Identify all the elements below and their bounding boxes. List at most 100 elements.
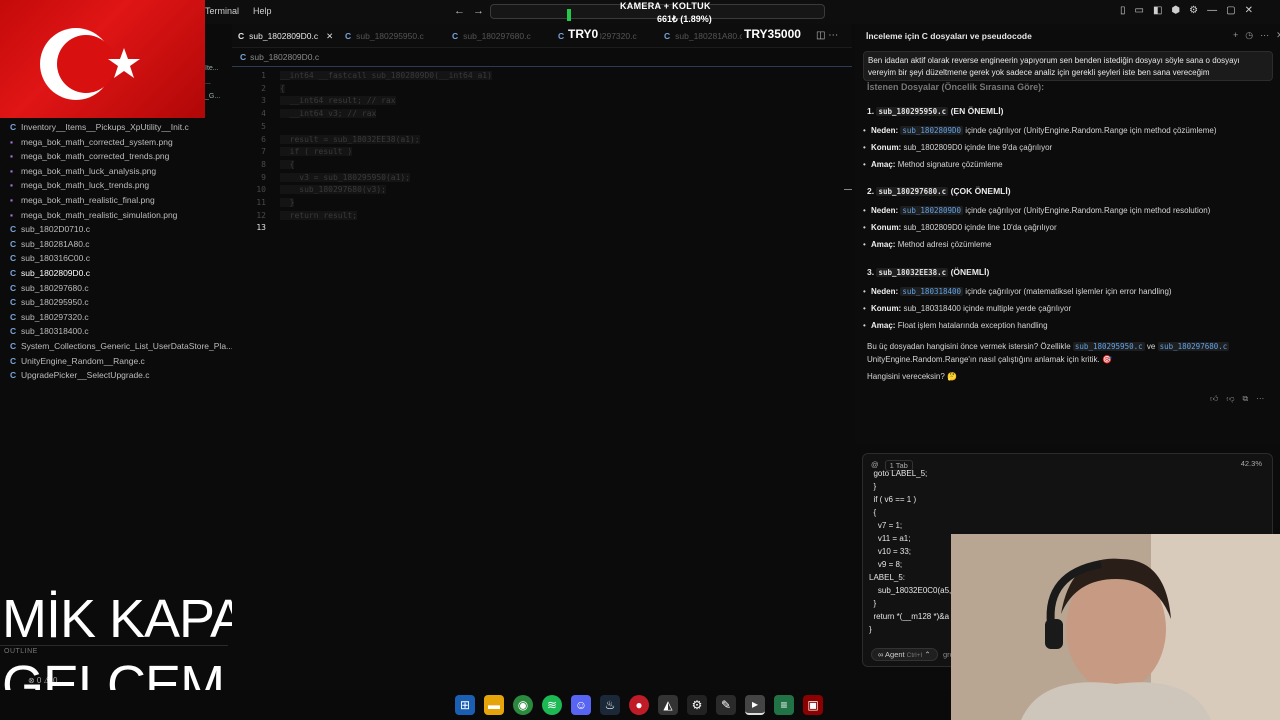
history-icon[interactable]: ◷ <box>1245 30 1253 41</box>
explorer-file-item[interactable]: C Inventory__Items__Pickups_XpUtility__In… <box>10 122 189 136</box>
tab-sub-180297680[interactable]: Csub_180297680.c <box>452 31 531 41</box>
thumbs-up-icon[interactable]: 👍︎ <box>1210 394 1218 404</box>
breadcrumb[interactable]: Csub_1802809D0.c <box>240 52 319 62</box>
code-editor[interactable]: 1 __int64 __fastcall sub_1802809D0(__int6… <box>232 66 852 686</box>
code-line[interactable]: v3 = sub_180295950(a1); <box>280 172 411 182</box>
file-name: System_Collections_Generic_List_UserData… <box>21 341 234 351</box>
notepad-icon[interactable]: ≡ <box>774 695 794 715</box>
copy-icon[interactable]: ⧉ <box>1243 394 1249 404</box>
tool-icon[interactable]: ✎ <box>716 695 736 715</box>
explorer-file-item[interactable]: Csub_180281A80.c <box>10 239 90 253</box>
c-file-icon: C <box>10 268 17 278</box>
spotify-icon[interactable]: ≋ <box>542 695 562 715</box>
explorer-file-item[interactable]: ▪ mega_bok_math_realistic_simulation.png <box>10 210 177 224</box>
bullet-label: Konum: <box>871 143 902 152</box>
code-line[interactable]: sub_180297680(v3); <box>280 185 386 195</box>
explorer-file-item[interactable]: C UpgradePicker__SelectUpgrade.c <box>10 370 150 384</box>
more-icon[interactable]: ⋯ <box>1260 30 1269 41</box>
file-name: sub_180297680.c <box>21 282 89 293</box>
explorer-file-item[interactable]: Csub_1802D0710.c <box>10 224 90 238</box>
image-file-icon: ▪ <box>10 151 14 162</box>
menu-help[interactable]: Help <box>253 6 272 16</box>
function-reference[interactable]: sub_1802809D0 <box>900 126 964 135</box>
chat-panel: İnceleme için C dosyaları ve pseudocode … <box>855 24 1280 444</box>
more-icon[interactable]: ⋯ <box>1256 394 1264 404</box>
other-app-icon[interactable]: ▣ <box>803 695 823 715</box>
c-file-icon: C <box>10 370 17 381</box>
file-name: mega_bok_math_realistic_simulation.png <box>21 209 178 220</box>
cursor-app-icon[interactable]: ▸ <box>745 695 765 715</box>
line-number: 3 <box>261 96 266 106</box>
file-reference[interactable]: sub_180297680.c <box>1157 342 1230 351</box>
file-reference[interactable]: sub_180295950.c <box>1072 342 1145 351</box>
explorer-file-item[interactable]: Csub_180297320.c <box>10 312 89 326</box>
tab-sub-180281a80[interactable]: Csub_180281A80.c <box>664 31 744 41</box>
thumbs-down-icon[interactable]: 👎︎ <box>1226 394 1234 404</box>
code-line[interactable]: if ( result ) <box>280 147 353 157</box>
explorer-file-item[interactable]: ▪ mega_bok_math_luck_trends.png <box>10 180 149 194</box>
code-line[interactable]: return result; <box>280 210 358 220</box>
pasted-code-line: if ( v6 == 1 ) <box>869 495 917 504</box>
menu-terminal[interactable]: Terminal <box>205 6 239 16</box>
c-file-icon: C <box>10 224 17 235</box>
new-chat-icon[interactable]: + <box>1233 30 1238 41</box>
user-message[interactable]: Ben idadan aktif olarak reverse engineer… <box>863 51 1273 81</box>
chrome-icon[interactable]: ◉ <box>513 695 533 715</box>
extension-icon[interactable]: ⬢ <box>1171 5 1180 16</box>
line-number: 11 <box>256 198 266 207</box>
explorer-file-item[interactable]: C UnityEngine_Random__Range.c <box>10 356 145 370</box>
back-arrow-icon[interactable]: ← <box>454 5 465 17</box>
explorer-file-item[interactable]: ▪ mega_bok_math_realistic_final.png <box>10 195 155 209</box>
obs-icon[interactable]: ◭ <box>658 695 678 715</box>
steam-icon[interactable]: ♨ <box>600 695 620 715</box>
requested-file-heading: 1. sub_180295950.c (EN ÖNEMLİ) <box>867 106 1003 116</box>
close-icon[interactable]: ✕ <box>1245 5 1253 16</box>
explorer-file-item[interactable]: ▪ mega_bok_math_corrected_trends.png <box>10 151 169 165</box>
close-tab-icon[interactable]: ✕ <box>326 31 333 41</box>
toggle-sidebar-icon[interactable]: ▯ <box>1120 5 1126 16</box>
settings-app-icon[interactable]: ⚙ <box>687 695 707 715</box>
line-number: 13 <box>256 223 266 233</box>
explorer-file-item[interactable]: Csub_180297680.c <box>10 283 89 297</box>
explorer-file-item[interactable]: Csub_1802809D0.c <box>10 268 90 282</box>
file-name: mega_bok_math_corrected_trends.png <box>21 151 170 162</box>
gear-icon[interactable]: ⚙ <box>1189 5 1198 16</box>
function-reference[interactable]: sub_1802809D0 <box>900 206 964 215</box>
file-reference[interactable]: sub_180297680.c <box>876 187 949 196</box>
bullet-label: Neden: <box>871 126 899 135</box>
file-reference[interactable]: sub_180295950.c <box>876 107 949 116</box>
split-editor-icon[interactable]: ◫ ⋯ <box>816 30 838 41</box>
code-line[interactable]: { <box>280 83 285 93</box>
code-line[interactable]: __int64 __fastcall sub_1802809D0(__int64… <box>280 71 492 80</box>
file-name: sub_180316C00.c <box>21 253 91 264</box>
explorer-file-item[interactable]: ▪ mega_bok_math_luck_analysis.png <box>10 166 156 180</box>
file-explorer-icon[interactable]: ▬ <box>484 695 504 715</box>
tab-sub-1802809d0[interactable]: Csub_1802809D0.c ✕ <box>238 31 333 42</box>
flag-emblem <box>40 28 140 100</box>
code-line[interactable]: __int64 v3; // rax <box>280 109 377 119</box>
turkish-flag-overlay <box>0 0 205 118</box>
code-line[interactable]: { <box>280 159 295 169</box>
code-line[interactable]: __int64 result; // rax <box>280 96 396 106</box>
layout-icon[interactable]: ◧ <box>1153 5 1162 16</box>
discord-icon[interactable]: ☺ <box>571 695 591 715</box>
explorer-file-item[interactable]: ▪ mega_bok_math_corrected_system.png <box>10 137 173 151</box>
windows-start-icon[interactable]: ⊞ <box>455 695 475 715</box>
minimize-icon[interactable]: — <box>1207 5 1217 16</box>
explorer-file-item[interactable]: Csub_180295950.c <box>10 297 89 311</box>
tab-sub-180295950[interactable]: Csub_180295950.c <box>345 31 424 41</box>
code-line[interactable]: } <box>280 198 295 207</box>
function-reference[interactable]: sub_180318400 <box>900 287 964 296</box>
agent-mode-button[interactable]: ∞ Agent Ctrl+I ⌃ <box>871 648 938 661</box>
explorer-file-item[interactable]: Csub_180316C00.c <box>10 253 90 267</box>
maximize-icon[interactable]: ▢ <box>1226 5 1235 16</box>
toggle-panel-icon[interactable]: ▭ <box>1135 5 1144 16</box>
close-icon[interactable]: ✕ <box>1276 30 1280 41</box>
explorer-file-item[interactable]: Csub_180318400.c <box>10 326 89 340</box>
forward-arrow-icon[interactable]: → <box>473 5 484 17</box>
c-file-icon: C <box>10 253 17 264</box>
code-line[interactable]: result = sub_18032EE38(a1); <box>280 134 420 144</box>
file-reference[interactable]: sub_18032EE38.c <box>876 268 949 277</box>
red-app-icon[interactable]: ● <box>629 695 649 715</box>
explorer-file-item[interactable]: C System_Collections_Generic_List_UserDat… <box>10 341 233 355</box>
